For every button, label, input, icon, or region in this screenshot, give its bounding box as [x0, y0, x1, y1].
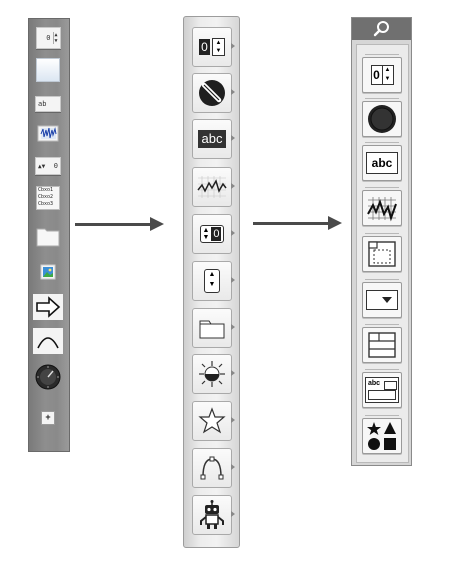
graph-icon[interactable]	[192, 167, 235, 207]
string-label: abc	[366, 152, 398, 174]
image-icon[interactable]	[35, 259, 61, 285]
transition-arrow-2	[253, 222, 330, 225]
spinner-icon[interactable]: ▲ ▼	[192, 261, 235, 301]
boolean-icon[interactable]	[192, 73, 235, 113]
container-icon[interactable]	[362, 233, 402, 272]
text-panel-label: abc	[368, 380, 381, 387]
numeric-icon[interactable]: 0 ▲ ▼	[192, 27, 235, 67]
transition-arrow-1	[75, 223, 152, 226]
text-panel-icon[interactable]: abc	[362, 369, 402, 408]
string-control-icon[interactable]: ab	[35, 91, 61, 117]
new-palette: 0 ▲ ▼ abc abc	[351, 17, 412, 466]
robot-icon[interactable]	[192, 495, 235, 535]
listbox-icon[interactable]: Cbxo1 Cbxo2 Cbxo3	[35, 185, 61, 211]
arc-shape-icon[interactable]	[33, 328, 63, 354]
plus-icon: +	[41, 411, 55, 425]
search-icon[interactable]	[373, 20, 391, 38]
string-label: abc	[198, 130, 226, 148]
panel-icon[interactable]	[35, 57, 61, 83]
dropdown-icon[interactable]	[362, 279, 402, 318]
boolean-icon[interactable]	[362, 98, 402, 137]
ring-control-icon[interactable]: ▲▼ 0	[35, 153, 61, 179]
folder-icon[interactable]	[35, 223, 61, 249]
ring-value: 0	[53, 162, 58, 170]
arrow-shape-icon[interactable]	[33, 294, 63, 320]
decorations-icon[interactable]	[192, 354, 235, 394]
string-label: ab	[38, 100, 47, 108]
arrow-head-icon	[150, 217, 164, 231]
numeric-value: 0	[370, 65, 383, 85]
numeric-value: 0	[46, 34, 51, 42]
string-icon[interactable]: abc	[192, 119, 235, 159]
graph-icon[interactable]	[362, 187, 402, 226]
star-icon[interactable]	[192, 401, 235, 441]
path-icon[interactable]	[192, 448, 235, 488]
old-palette: 0 ▲ ▼ ab ▲▼ 0 Cbxo1 Cbxo2 Cbxo3 +	[28, 18, 70, 452]
numeric-icon[interactable]: 0 ▲ ▼	[362, 54, 402, 93]
waveform-graph-icon[interactable]	[35, 121, 61, 147]
ring-enum-icon[interactable]: ▲ ▼ 0	[192, 214, 235, 254]
container-icon[interactable]	[192, 308, 235, 348]
ring-value: 0	[211, 227, 222, 241]
knob-icon[interactable]	[33, 364, 63, 390]
middle-palette: 0 ▲ ▼ abc ▲ ▼ 0 ▲ ▼	[183, 16, 240, 548]
string-icon[interactable]: abc	[362, 142, 402, 181]
layout-icon[interactable]	[362, 324, 402, 363]
shapes-icon[interactable]	[362, 415, 402, 454]
add-item-button[interactable]: +	[35, 405, 61, 431]
palette-header	[352, 18, 411, 40]
arrow-head-icon	[328, 216, 342, 230]
numeric-value: 0	[199, 39, 210, 55]
numeric-control-icon[interactable]: 0 ▲ ▼	[35, 25, 61, 51]
